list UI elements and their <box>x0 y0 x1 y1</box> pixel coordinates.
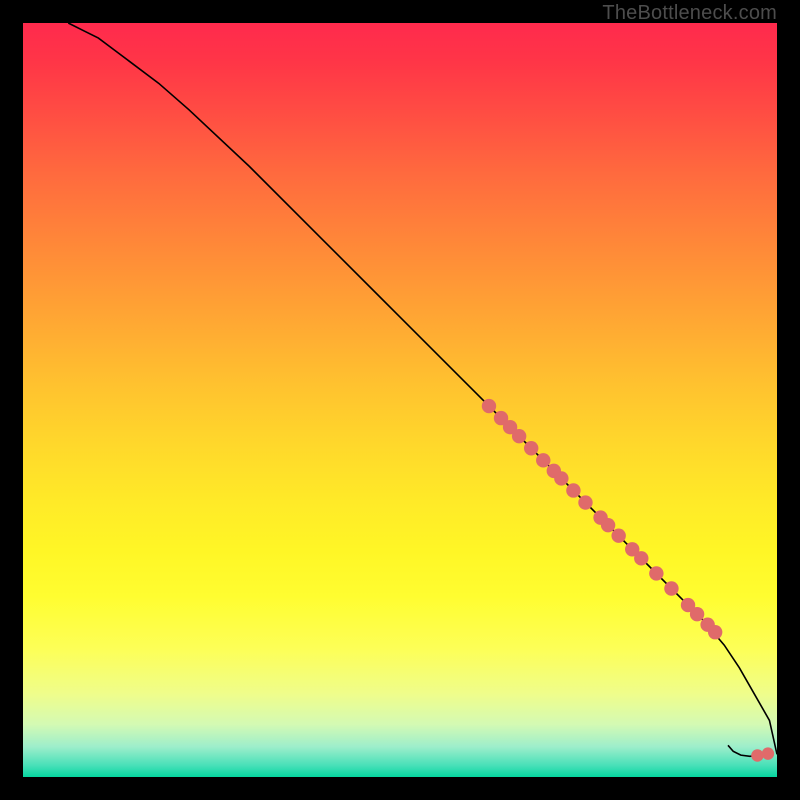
marker-dot <box>554 471 568 485</box>
marker-dot <box>762 747 774 759</box>
bottleneck-curve <box>68 23 777 754</box>
marker-group <box>482 399 774 762</box>
marker-dot <box>512 429 526 443</box>
marker-dot <box>751 749 763 761</box>
marker-dot <box>690 607 704 621</box>
curve-layer <box>23 23 777 777</box>
marker-dot <box>536 453 550 467</box>
plot-area <box>23 23 777 777</box>
marker-dot <box>601 518 615 532</box>
marker-dot <box>708 625 722 639</box>
marker-dot <box>611 529 625 543</box>
chart-frame: TheBottleneck.com <box>0 0 800 800</box>
marker-dot <box>634 551 648 565</box>
marker-dot <box>649 566 663 580</box>
attribution-label: TheBottleneck.com <box>602 2 777 25</box>
marker-dot <box>524 441 538 455</box>
marker-dot <box>566 483 580 497</box>
marker-dot <box>664 581 678 595</box>
marker-dot <box>482 399 496 413</box>
marker-dot <box>578 495 592 509</box>
